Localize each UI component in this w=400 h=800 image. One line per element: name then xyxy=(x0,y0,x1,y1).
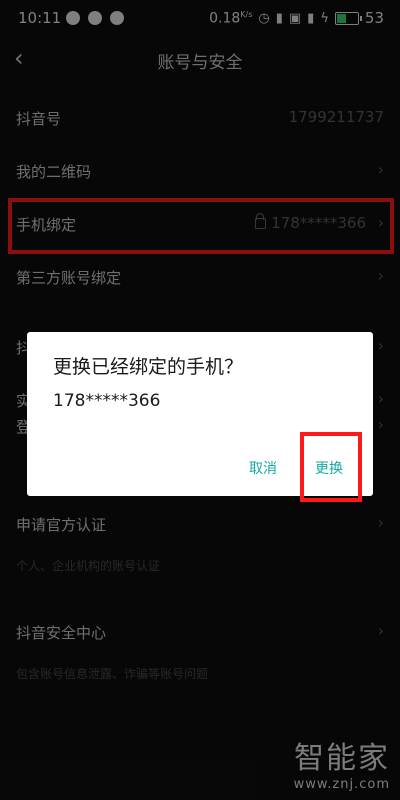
watermark: 智能家 www.znj.com xyxy=(294,733,390,792)
cancel-button[interactable]: 取消 xyxy=(249,458,277,478)
dialog-phone-number: 178*****366 xyxy=(53,391,161,411)
change-phone-dialog: 更换已经绑定的手机？ 178*****366 取消 更换 xyxy=(27,332,373,496)
dialog-title: 更换已经绑定的手机？ xyxy=(53,356,244,378)
change-button[interactable]: 更换 xyxy=(315,458,343,478)
watermark-brand: 智能家 xyxy=(294,741,390,776)
watermark-url: www.znj.com xyxy=(293,777,390,792)
